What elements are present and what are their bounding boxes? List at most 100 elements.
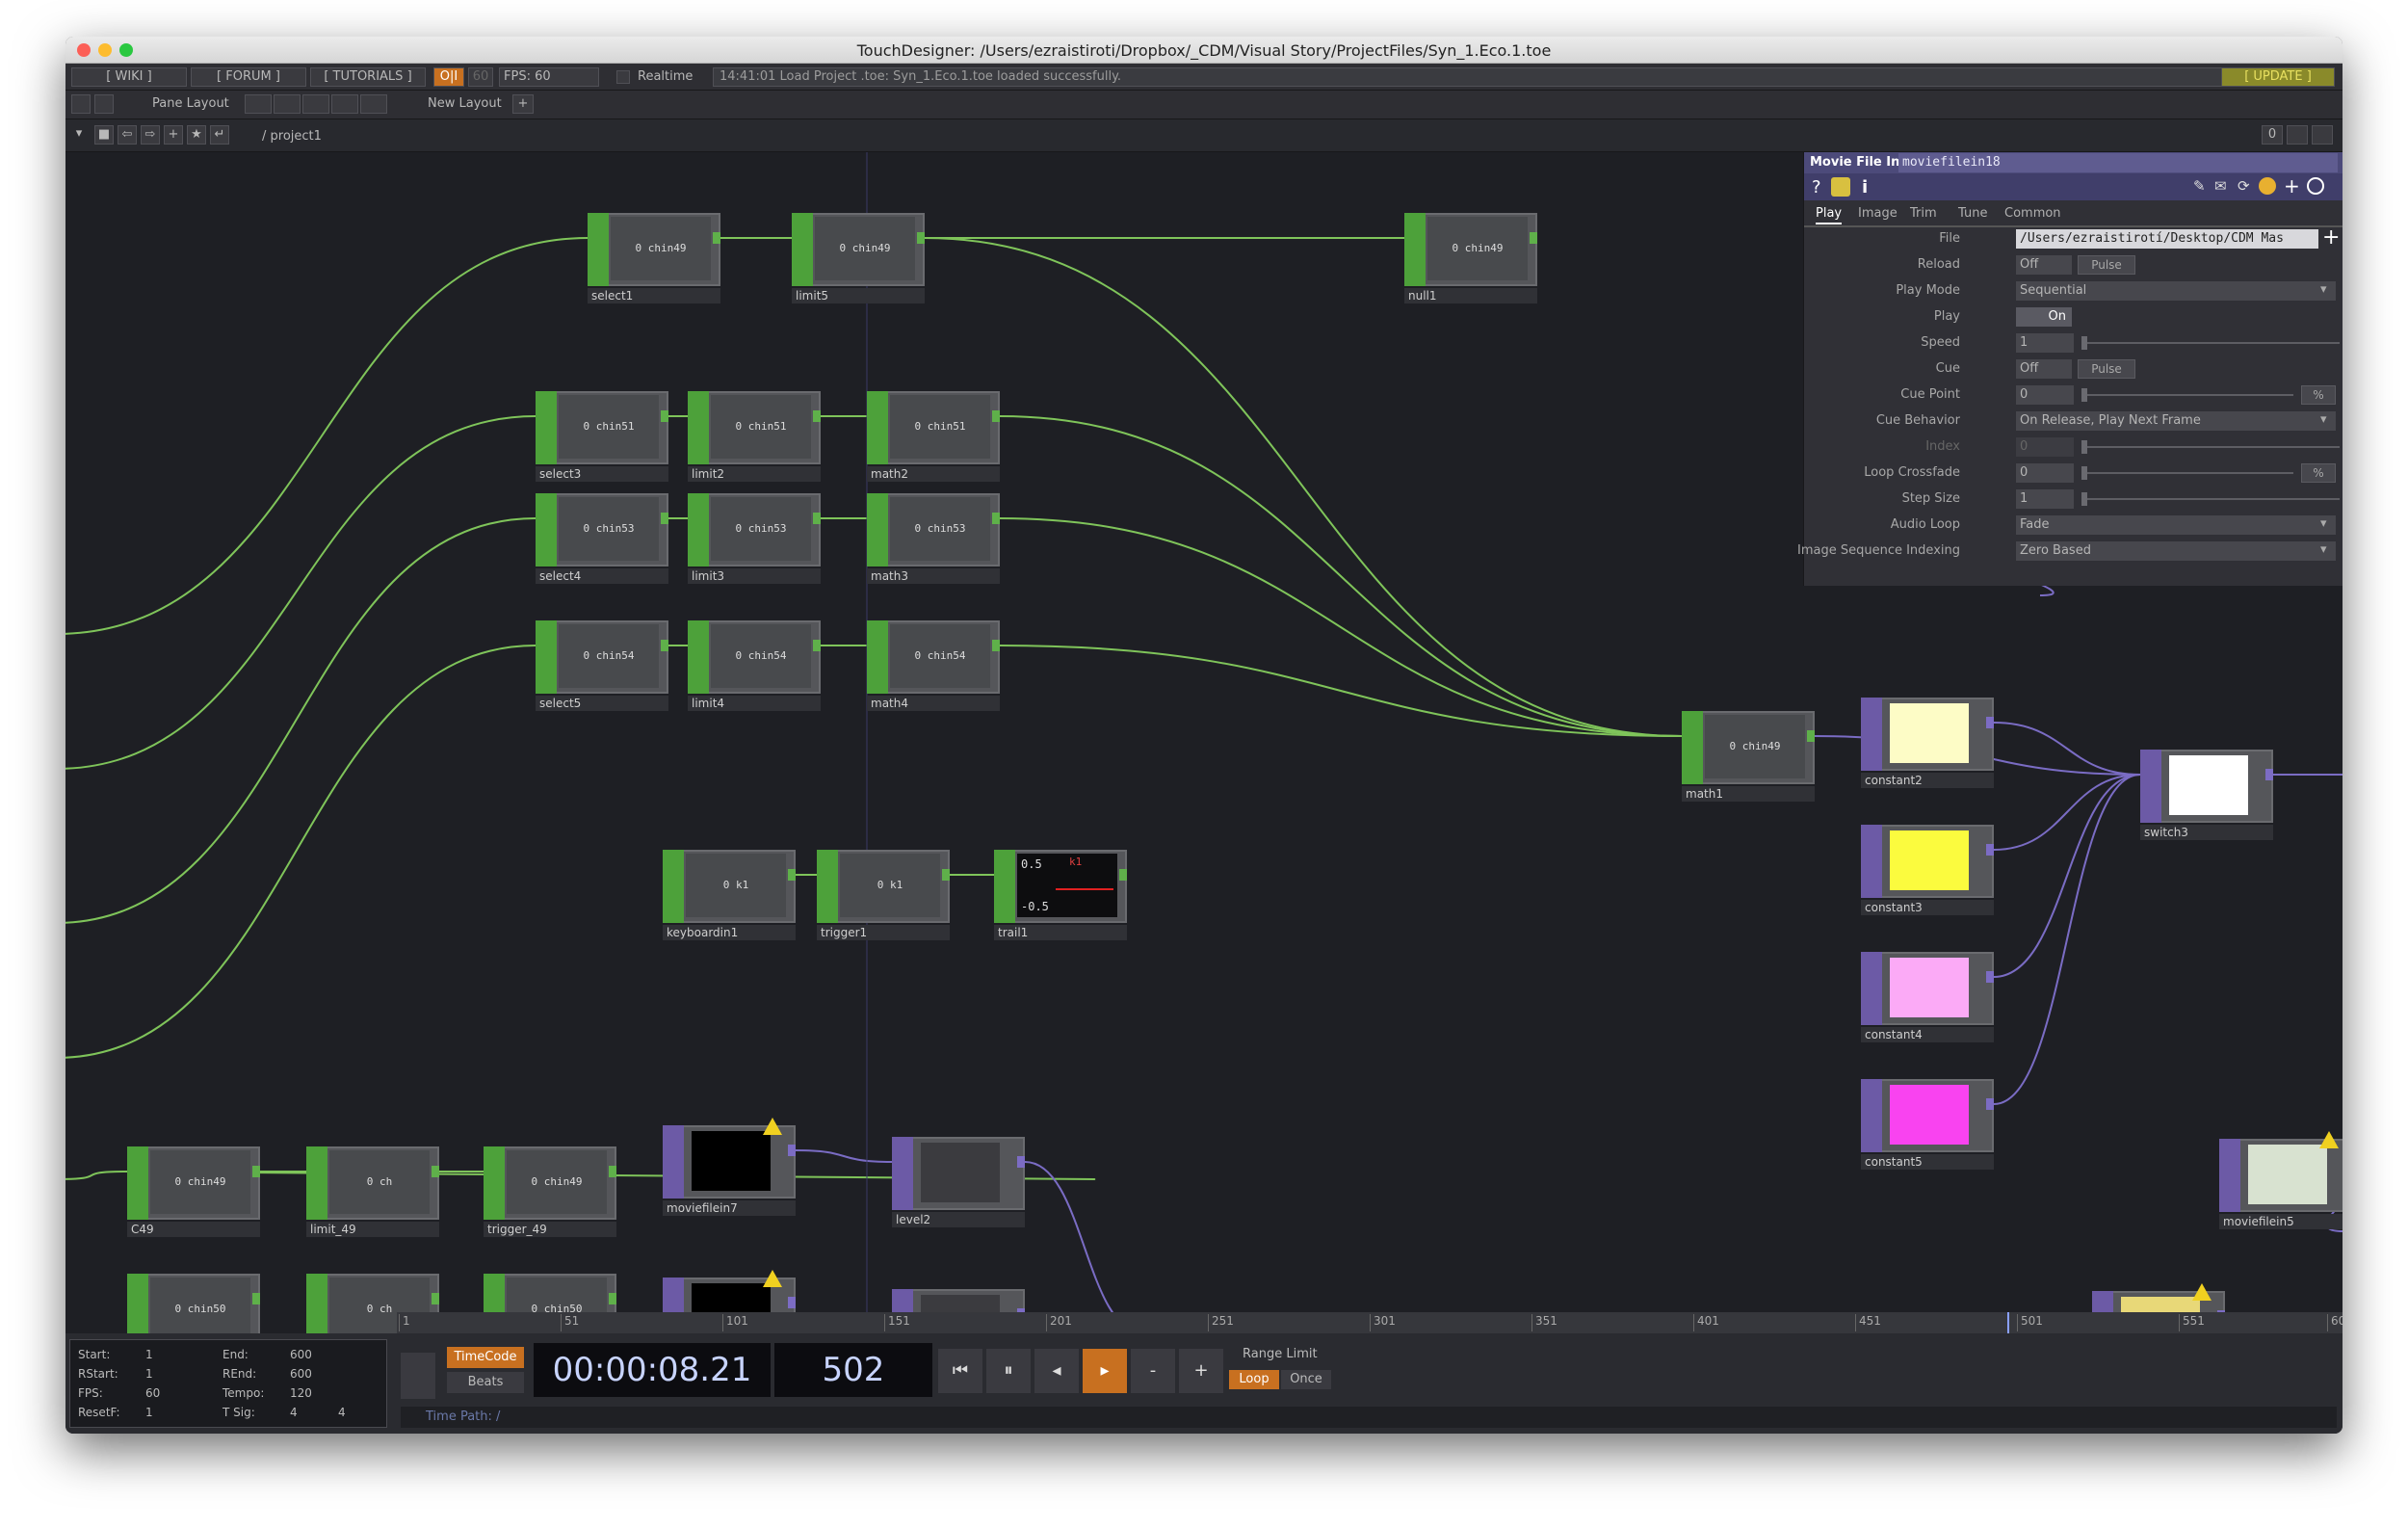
node-label[interactable]: trigger1 [817, 925, 950, 940]
connection-wire[interactable] [65, 415, 537, 770]
add-icon[interactable]: + [164, 125, 183, 145]
node-label[interactable]: limit_49 [306, 1222, 439, 1237]
param-value-loop-crossfade[interactable]: 0 [2016, 463, 2074, 483]
node-viewer[interactable]: 0.5 -0.5 k1 [1017, 854, 1117, 917]
node-constant3[interactable]: constant3 [1861, 825, 1994, 915]
slider-handle[interactable] [2081, 440, 2087, 454]
home-icon[interactable]: ■ [94, 125, 114, 145]
layout-single-button[interactable] [245, 94, 272, 114]
node-output-connector[interactable] [1986, 1098, 1994, 1110]
node-moviefilein5[interactable]: moviefilein5 [2219, 1131, 2343, 1229]
node-label[interactable]: level2 [892, 1212, 1025, 1227]
node-input-column[interactable] [892, 1137, 913, 1210]
connection-wire[interactable] [1993, 722, 2141, 776]
node-output-connector[interactable] [1017, 1156, 1025, 1168]
node-limit_49[interactable]: 0 ch limit_49 [306, 1146, 439, 1237]
node-math3[interactable]: 0 chin53 math3 [867, 493, 1000, 584]
forward-icon[interactable]: ⇨ [141, 125, 160, 145]
node-select3[interactable]: 0 chin51 select3 [536, 391, 668, 482]
node-input-column[interactable] [792, 213, 813, 286]
node-viewer[interactable] [2169, 755, 2248, 815]
node-label[interactable]: constant4 [1861, 1027, 1994, 1042]
node-label[interactable]: C49 [127, 1222, 260, 1237]
node-viewer[interactable]: 0 chin53 [559, 497, 659, 561]
edit-icon[interactable]: ✎ [2193, 177, 2206, 195]
connection-wire[interactable] [65, 1171, 128, 1180]
node-input-column[interactable] [663, 1125, 684, 1199]
pane-menu-icon[interactable]: ▾ [69, 125, 89, 145]
pause-button[interactable]: ⏸ [986, 1349, 1031, 1393]
node-viewer[interactable] [921, 1143, 1000, 1202]
node-input-column[interactable] [536, 620, 557, 694]
layout-split-vertical-button[interactable] [274, 94, 301, 114]
python-help-icon[interactable] [1831, 177, 1850, 197]
connection-wire[interactable] [924, 237, 1683, 737]
warning-icon[interactable] [763, 1270, 782, 1287]
connection-wire[interactable] [65, 645, 537, 1059]
node-limit5[interactable]: 0 chin49 limit5 [792, 213, 925, 303]
node-viewer[interactable]: 0 chin51 [890, 395, 990, 459]
connection-wire[interactable] [1993, 774, 2141, 851]
node-output-connector[interactable] [992, 410, 1000, 422]
node-output-connector[interactable] [609, 1293, 616, 1304]
node-label[interactable]: moviefilein5 [2219, 1214, 2343, 1229]
node-limit2[interactable]: 0 chin51 limit2 [688, 391, 821, 482]
connection-wire[interactable] [1993, 774, 2141, 1105]
node-null1[interactable]: 0 chin49 null1 [1404, 213, 1537, 303]
node-viewer[interactable]: 0 chin53 [890, 497, 990, 561]
once-toggle[interactable]: Once [1281, 1370, 1331, 1389]
tab-trim[interactable]: Trim [1910, 206, 1937, 221]
node-viewer[interactable]: 0 chin51 [711, 395, 811, 459]
node-label[interactable]: moviefilein7 [663, 1200, 796, 1216]
node-label[interactable]: math3 [867, 568, 1000, 584]
node-constant4[interactable]: constant4 [1861, 952, 1994, 1042]
forum-button[interactable]: [ FORUM ] [191, 67, 306, 87]
node-output-connector[interactable] [661, 640, 668, 651]
node-input-column[interactable] [2219, 1139, 2240, 1212]
node-output-connector[interactable] [917, 232, 925, 244]
node-viewer[interactable]: 0 chin49 [815, 217, 915, 280]
slider-handle[interactable] [2081, 388, 2087, 402]
add-layout-button[interactable]: + [512, 94, 534, 114]
node-viewer[interactable]: 0 chin51 [559, 395, 659, 459]
node-output-connector[interactable] [432, 1166, 439, 1177]
node-input-column[interactable] [1861, 825, 1882, 898]
param-value-cue-behavior[interactable]: On Release, Play Next Frame [2016, 411, 2336, 431]
node-input-column[interactable] [2140, 750, 2161, 823]
rewind-button[interactable]: ⏮ [938, 1349, 982, 1393]
node-input-column[interactable] [994, 850, 1015, 923]
browse-file-icon[interactable]: + [2322, 225, 2340, 250]
node-input-column[interactable] [1682, 711, 1703, 784]
tab-image[interactable]: Image [1858, 206, 1898, 221]
node-viewer[interactable]: 0 chin49 [507, 1150, 607, 1214]
node-output-connector[interactable] [661, 513, 668, 524]
param-value-cue-point[interactable]: 0 [2016, 385, 2074, 405]
node-label[interactable]: keyboardin1 [663, 925, 796, 940]
node-label[interactable]: math4 [867, 696, 1000, 711]
node-label[interactable]: math2 [867, 466, 1000, 482]
node-label[interactable]: select1 [588, 288, 720, 303]
node-label[interactable]: select4 [536, 568, 668, 584]
connection-wire[interactable] [65, 517, 537, 924]
maximize-pane-icon[interactable] [2287, 125, 2308, 145]
layout-four-button[interactable] [360, 94, 387, 114]
split-pane-icon[interactable] [2312, 125, 2333, 145]
warning-icon[interactable] [763, 1118, 782, 1135]
node-output-connector[interactable] [1119, 869, 1127, 881]
target-icon[interactable] [2307, 177, 2324, 195]
node-label[interactable]: limit3 [688, 568, 821, 584]
node-keyboardin1[interactable]: 0 k1 keyboardin1 [663, 850, 796, 940]
node-output-connector[interactable] [992, 640, 1000, 651]
param-value-play[interactable]: On [2016, 307, 2072, 327]
node-input-column[interactable] [817, 850, 838, 923]
node-viewer[interactable] [1890, 958, 1969, 1017]
node-input-column[interactable] [867, 493, 888, 566]
node-math2[interactable]: 0 chin51 math2 [867, 391, 1000, 482]
node-viewer[interactable] [692, 1131, 771, 1191]
frame-display[interactable]: 502 [774, 1343, 932, 1397]
operator-name-field[interactable]: moviefilein18 [1898, 153, 2338, 172]
pulse-button[interactable]: Pulse [2078, 359, 2135, 379]
dropdown-arrow-icon[interactable]: ▾ [2320, 516, 2327, 531]
node-label[interactable]: trail1 [994, 925, 1127, 940]
node-output-connector[interactable] [788, 1145, 796, 1156]
